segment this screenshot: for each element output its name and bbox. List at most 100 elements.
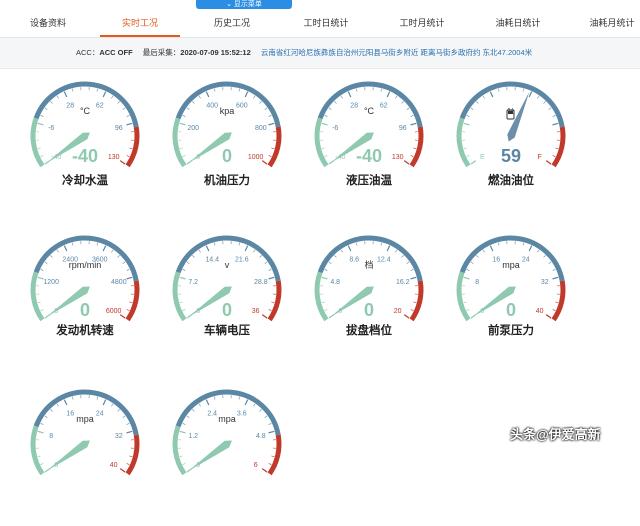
tab-device-info[interactable]: 设备资料	[2, 9, 94, 37]
gauge-tick-label: 7.2	[188, 279, 198, 286]
gauge-tick	[206, 92, 209, 97]
gauge-tick	[269, 431, 275, 433]
gauge-tick-label: 20	[394, 308, 402, 315]
gauge-tick	[245, 400, 248, 405]
gauge-tick	[118, 101, 120, 103]
gauge-tick	[103, 92, 106, 97]
gauge-tick-label: 40	[110, 462, 118, 469]
tab-hours-monthly[interactable]: 工时月统计	[376, 9, 468, 37]
gauge-tick-label: 32	[115, 433, 123, 440]
chevron-down-icon: ⌄	[226, 1, 232, 8]
gauge-tick	[356, 243, 357, 246]
gauge-tick	[123, 416, 125, 418]
gauge-tick	[471, 161, 476, 164]
gauge-tick	[262, 315, 267, 318]
gauge-tick	[411, 155, 414, 156]
gauge-tick	[129, 302, 132, 303]
gauge-tick	[38, 148, 41, 149]
gauge-tick	[322, 277, 328, 279]
gauge-tick	[322, 148, 325, 149]
show-menu-dropdown[interactable]: ⌄ 显示菜单	[196, 0, 292, 9]
tab-realtime[interactable]: 实时工况	[94, 9, 186, 37]
gauge-9: 0816243240mpa	[20, 376, 150, 526]
gauge-dial: 0816243240mpa0	[446, 222, 576, 332]
gauge-tick	[57, 96, 59, 98]
gauge-5: 012002400360048006000rpm/min0发动机转速	[20, 222, 150, 372]
gauge-tick	[192, 101, 194, 103]
gauge-1: -40-6286296130°C-40冷却水温	[20, 68, 150, 218]
gauge-tick	[546, 315, 551, 318]
gauge-8: 0816243240mpa0前泵压力	[446, 222, 576, 372]
gauge-value: -40	[356, 146, 382, 166]
gauge-dial: 04.88.612.416.220档0	[304, 222, 434, 332]
gauge-arc-low	[459, 272, 468, 320]
tab-label: 设备资料	[30, 18, 66, 28]
gauge-tick	[180, 431, 186, 433]
gauge-arc-low	[175, 118, 184, 166]
gauge-tick	[553, 309, 556, 310]
gauge-tick	[214, 243, 215, 246]
gauge-tick	[245, 92, 248, 97]
gauge-tick	[111, 250, 113, 252]
gauge-tick-label: 40	[536, 308, 544, 315]
gauge-tick-label: 32	[541, 279, 549, 286]
gauge-tick	[183, 155, 186, 156]
gauge-tick	[187, 108, 189, 110]
gauge-tick-label: 21.6	[235, 256, 249, 263]
gauge-tick	[404, 161, 409, 164]
gauge-needle	[188, 441, 232, 472]
gauge-6: 07.214.421.628.836v0车辆电压	[162, 222, 292, 372]
gauge-tick	[120, 161, 125, 164]
gauge-tick	[555, 148, 558, 149]
gauge-tick	[483, 96, 485, 98]
gauge-tick	[553, 123, 559, 125]
gauge-tick	[72, 397, 73, 400]
acc-value: ACC OFF	[99, 38, 132, 68]
gauge-tick	[395, 96, 397, 98]
gauge-tick-label: 28.8	[254, 279, 268, 286]
gauge-tick-label: 6	[254, 462, 258, 469]
gauge-tick	[120, 315, 125, 318]
tab-label: 油耗日统计	[495, 18, 540, 28]
gauge-tick	[325, 155, 328, 156]
gauge-tick	[41, 115, 44, 116]
gauge-tick	[118, 255, 120, 257]
gauge-dial: EF%59	[446, 68, 576, 178]
gauge-tick	[523, 89, 524, 92]
gauge-tick	[490, 92, 493, 97]
last-collect-label: 最后采集：	[143, 38, 181, 68]
gauge-tick	[72, 243, 73, 246]
gauge-tick	[180, 456, 183, 457]
gauge-name: 发动机转速	[20, 322, 150, 338]
tab-hours-daily[interactable]: 工时日统计	[280, 9, 372, 37]
tab-fuel-daily[interactable]: 油耗日统计	[472, 9, 564, 37]
tab-label: 历史工况	[214, 18, 250, 28]
gauge-tick	[269, 277, 275, 279]
gauge-tick	[348, 92, 351, 97]
gauge-tick	[411, 277, 417, 279]
tab-fuel-monthly[interactable]: 油耗月统计	[566, 9, 640, 37]
gauge-tick	[129, 148, 132, 149]
gauge-tick	[239, 243, 240, 246]
gauge-tick	[549, 262, 551, 264]
top-bar: ⌄ 显示菜单	[0, 0, 640, 9]
gauge-tick	[322, 123, 328, 125]
tab-history[interactable]: 历史工况	[186, 9, 278, 37]
gauge-dial: 0816243240mpa	[20, 376, 150, 486]
gauge-tick	[123, 108, 125, 110]
gauge-tick-label: 62	[380, 102, 388, 109]
gauge-tick	[413, 148, 416, 149]
gauge-tick	[127, 277, 133, 279]
gauge-tick	[348, 246, 351, 251]
gauge-needle	[46, 441, 90, 472]
gauge-unit: °C	[364, 106, 375, 116]
gauge-tick	[553, 269, 556, 270]
gauge-tick	[265, 262, 267, 264]
gauge-arc-low	[317, 118, 326, 166]
gauge-tick	[180, 302, 183, 303]
gauge-tick	[464, 302, 467, 303]
gauge-tick	[404, 315, 409, 318]
gauge-tick	[45, 416, 47, 418]
gauge-arc-low	[33, 272, 42, 320]
gauge-tick	[265, 416, 267, 418]
